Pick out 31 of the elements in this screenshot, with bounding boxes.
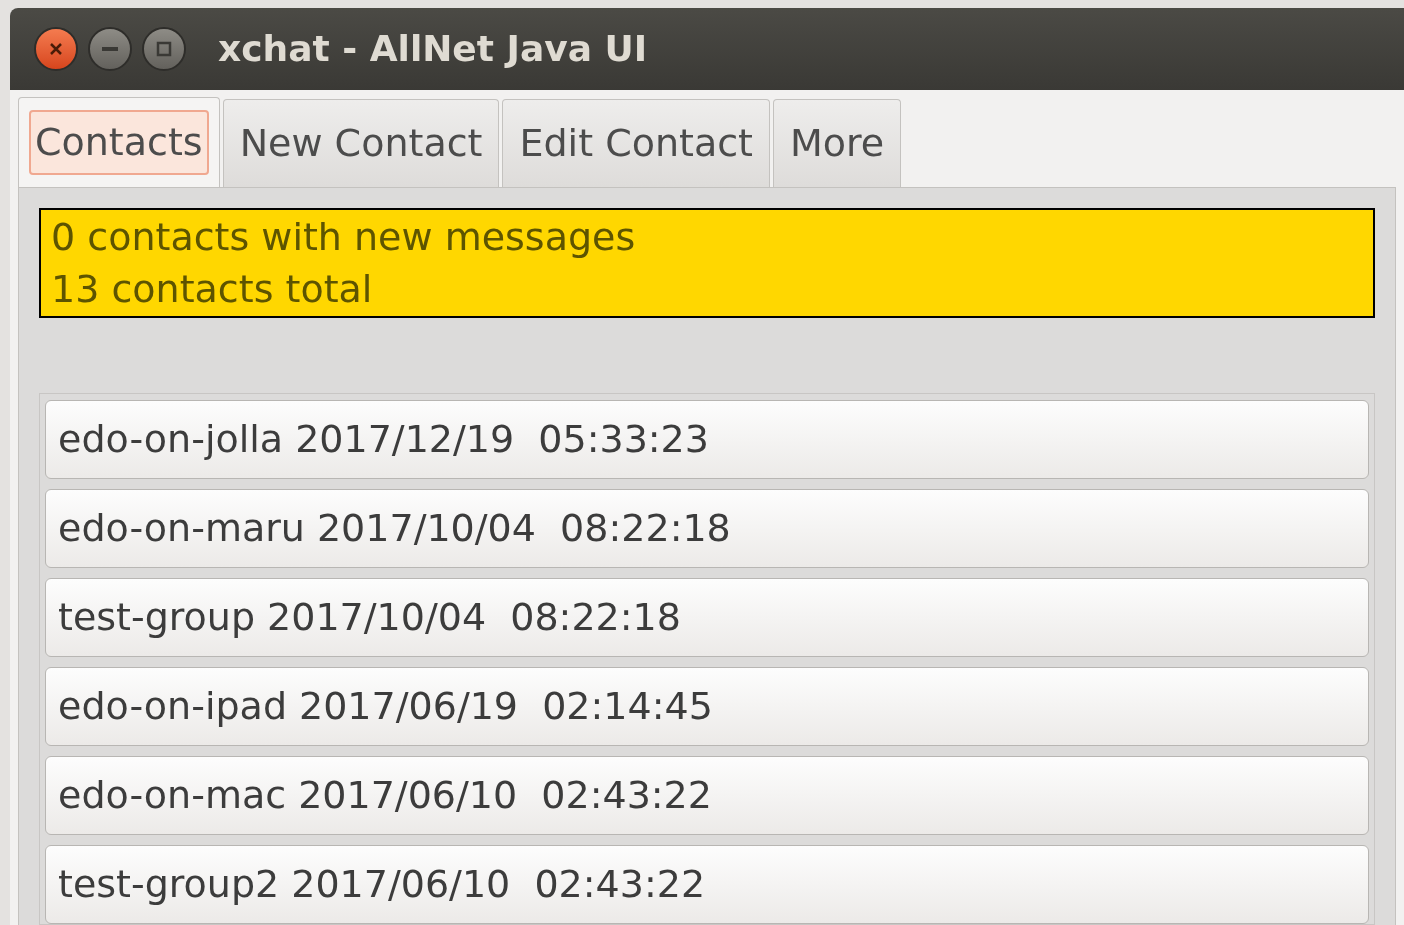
- contact-button[interactable]: test-group2 2017/06/10 02:43:22: [45, 845, 1369, 924]
- close-icon: [49, 42, 63, 56]
- tab[interactable]: Edit Contact: [502, 99, 770, 187]
- minimize-icon: [102, 47, 118, 51]
- contact-name: edo-on-jolla: [58, 416, 284, 463]
- contact-time: 2017/06/19 02:14:45: [299, 683, 713, 730]
- close-button[interactable]: [34, 27, 78, 71]
- summary-text: 13 contacts total: [51, 266, 374, 313]
- maximize-button[interactable]: [142, 27, 186, 71]
- contact-button[interactable]: edo-on-mac 2017/06/10 02:43:22: [45, 756, 1369, 835]
- contact-name: edo-on-ipad: [58, 683, 287, 730]
- maximize-icon: [156, 41, 172, 57]
- window-title: xchat - AllNet Java UI: [218, 27, 648, 71]
- contact-time: 2017/06/10 02:43:22: [291, 861, 706, 908]
- contact-name: edo-on-maru: [58, 505, 305, 552]
- tab[interactable]: More: [773, 99, 902, 187]
- contact-time: 2017/06/10 02:43:22: [298, 772, 712, 819]
- contact-time: 2017/10/04 08:22:18: [316, 505, 731, 552]
- minimize-button[interactable]: [88, 27, 132, 71]
- contact-name: edo-on-mac: [58, 772, 287, 819]
- tab[interactable]: Contacts: [18, 97, 220, 187]
- contact-button[interactable]: test-group 2017/10/04 08:22:18: [45, 578, 1369, 657]
- contact-time: 2017/10/04 08:22:18: [267, 594, 681, 641]
- tab[interactable]: New Contact: [222, 99, 500, 187]
- contact-name: test-group2: [58, 861, 280, 908]
- contact-name: test-group: [58, 594, 256, 641]
- contact-button[interactable]: edo-on-jolla 2017/12/19 05:33:23: [45, 400, 1369, 479]
- contact-time: 2017/12/19 05:33:23: [295, 416, 709, 463]
- contact-button[interactable]: edo-on-maru 2017/10/04 08:22:18: [45, 489, 1369, 568]
- contact-button[interactable]: edo-on-ipad 2017/06/19 02:14:45: [45, 667, 1369, 746]
- summary-text: 0 contacts with new messages: [51, 214, 637, 261]
